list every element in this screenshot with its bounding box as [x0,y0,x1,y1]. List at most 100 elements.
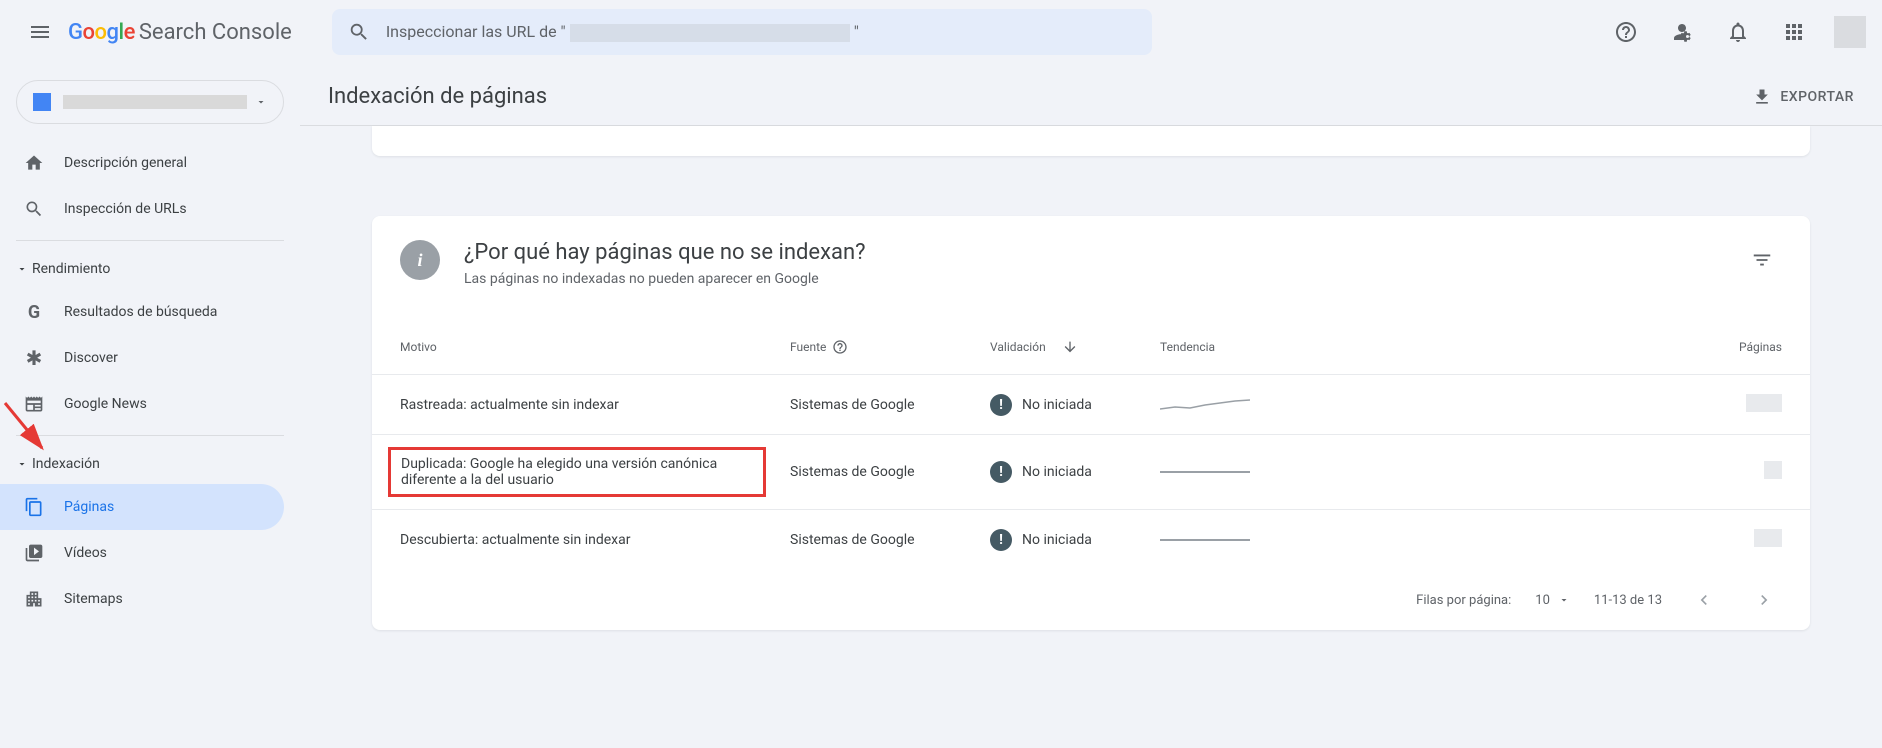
main-content: Indexación de páginas EXPORTAR i ¿Por qu… [300,64,1882,654]
url-inspect-search[interactable]: Inspeccionar las URL de "" [332,9,1152,55]
download-icon [1752,87,1772,107]
sidebar-item-pages[interactable]: Páginas [0,484,284,530]
chevron-down-icon [16,263,28,275]
video-icon [24,543,44,563]
sidebar-label: Páginas [64,499,114,515]
table-footer: Filas por página: 10 11-13 de 13 [372,570,1810,630]
sidebar-label: Descripción general [64,155,187,171]
table-header-row: Motivo Fuente Validación Tendencia Págin… [372,319,1810,375]
next-page-button[interactable] [1746,582,1782,618]
prev-page-button[interactable] [1686,582,1722,618]
news-icon [24,394,44,414]
sidebar-label: Sitemaps [64,591,123,607]
source-cell: Sistemas de Google [790,532,990,548]
section-label: Rendimiento [32,261,110,277]
annotation-highlight: Duplicada: Google ha elegido una versión… [388,447,766,497]
trend-cell [1160,471,1320,473]
help-icon[interactable] [1602,8,1650,56]
table-row[interactable]: Rastreada: actualmente sin indexar Siste… [372,375,1810,435]
filter-icon [1751,249,1773,271]
card-title: ¿Por qué hay páginas que no se indexan? [464,240,866,265]
property-icon [33,93,51,111]
col-header-reason[interactable]: Motivo [400,340,790,354]
card-subtitle: Las páginas no indexadas no pueden apare… [464,271,866,287]
property-name-redacted [63,95,247,109]
search-placeholder: Inspeccionar las URL de "" [386,22,859,42]
notifications-icon[interactable] [1714,8,1762,56]
pages-cell [1722,529,1782,551]
trend-cell [1160,539,1320,541]
col-header-pages[interactable]: Páginas [1722,340,1782,354]
manage-users-icon[interactable] [1658,8,1706,56]
menu-icon[interactable] [16,8,64,56]
col-header-trend[interactable]: Tendencia [1160,340,1320,354]
rows-per-page-select[interactable]: 10 [1535,593,1570,608]
account-avatar[interactable] [1834,16,1866,48]
collapsed-card-edge [372,126,1810,156]
property-selector[interactable] [16,80,284,124]
warning-badge-icon: ! [990,529,1012,551]
export-button[interactable]: EXPORTAR [1752,87,1854,107]
sidebar-item-overview[interactable]: Descripción general [0,140,284,186]
sidebar-item-url-inspection[interactable]: Inspección de URLs [0,186,284,232]
pages-cell [1722,394,1782,416]
chevron-down-icon [16,458,28,470]
header-actions [1602,8,1866,56]
validation-cell: ! No iniciada [990,394,1160,416]
validation-cell: ! No iniciada [990,461,1160,483]
table-row[interactable]: Descubierta: actualmente sin indexar Sis… [372,510,1810,570]
table-row[interactable]: Duplicada: Google ha elegido una versión… [372,435,1810,510]
product-name: Search Console [139,20,292,45]
warning-badge-icon: ! [990,461,1012,483]
search-icon [348,21,370,43]
app-logo[interactable]: Google Search Console [68,20,292,45]
col-header-source[interactable]: Fuente [790,339,990,355]
reason-cell: Duplicada: Google ha elegido una versión… [400,447,790,497]
sidebar-label: Resultados de búsqueda [64,304,217,320]
reasons-card: i ¿Por qué hay páginas que no se indexan… [372,216,1810,630]
trend-sparkline [1160,395,1250,415]
chevron-down-icon [255,96,267,108]
rows-per-page-label: Filas por página: [1416,593,1511,608]
sidebar-item-google-news[interactable]: Google News [0,381,284,427]
chevron-left-icon [1694,590,1714,610]
sort-arrow-down-icon [1062,339,1078,355]
pagination-range: 11-13 de 13 [1594,593,1662,608]
warning-badge-icon: ! [990,394,1012,416]
google-g-icon: G [24,302,44,323]
sidebar-label: Vídeos [64,545,107,561]
trend-sparkline [1160,539,1250,541]
page-header: Indexación de páginas EXPORTAR [300,64,1882,126]
source-cell: Sistemas de Google [790,464,990,480]
sidebar-label: Discover [64,350,118,366]
pages-icon [24,497,44,517]
discover-icon: ✱ [24,346,44,370]
sidebar-item-videos[interactable]: Vídeos [0,530,284,576]
sidebar-item-discover[interactable]: ✱ Discover [0,335,284,381]
section-label: Indexación [32,456,100,472]
sitemap-icon [24,589,44,609]
page-title: Indexación de páginas [328,84,547,109]
reasons-table: Motivo Fuente Validación Tendencia Págin… [372,319,1810,630]
apps-icon[interactable] [1770,8,1818,56]
trend-sparkline [1160,471,1250,473]
trend-cell [1160,395,1320,415]
validation-cell: ! No iniciada [990,529,1160,551]
export-label: EXPORTAR [1780,89,1854,105]
source-cell: Sistemas de Google [790,397,990,413]
col-header-validation[interactable]: Validación [990,339,1160,355]
sidebar-section-performance[interactable]: Rendimiento [0,249,300,289]
sidebar-section-indexing[interactable]: Indexación [0,444,300,484]
sidebar-label: Inspección de URLs [64,201,187,217]
home-icon [24,153,44,173]
help-outline-icon[interactable] [832,339,848,355]
pages-cell [1722,461,1782,483]
sidebar: Descripción general Inspección de URLs R… [0,64,300,654]
filter-button[interactable] [1742,240,1782,280]
chevron-down-icon [1558,594,1570,606]
chevron-right-icon [1754,590,1774,610]
app-header: Google Search Console Inspeccionar las U… [0,0,1882,64]
sidebar-item-search-results[interactable]: G Resultados de búsqueda [0,289,284,335]
reason-cell: Rastreada: actualmente sin indexar [400,397,790,413]
sidebar-item-sitemaps[interactable]: Sitemaps [0,576,284,622]
